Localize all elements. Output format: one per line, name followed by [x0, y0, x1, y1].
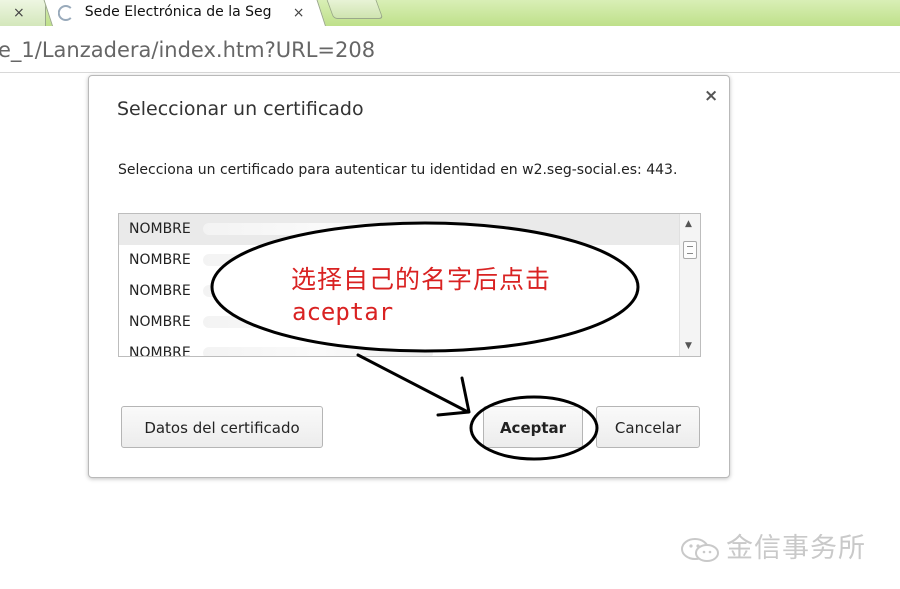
watermark-text: 金信事务所 [726, 533, 866, 564]
annotation-instruction-es: aceptar [292, 298, 394, 326]
annotation-circle [469, 395, 599, 461]
annotation-arrow [356, 353, 470, 414]
wechat-icon [681, 537, 719, 562]
annotation-instruction: 选择自己的名字后点击 [291, 265, 552, 294]
watermark: 金信事务所 [680, 526, 866, 565]
